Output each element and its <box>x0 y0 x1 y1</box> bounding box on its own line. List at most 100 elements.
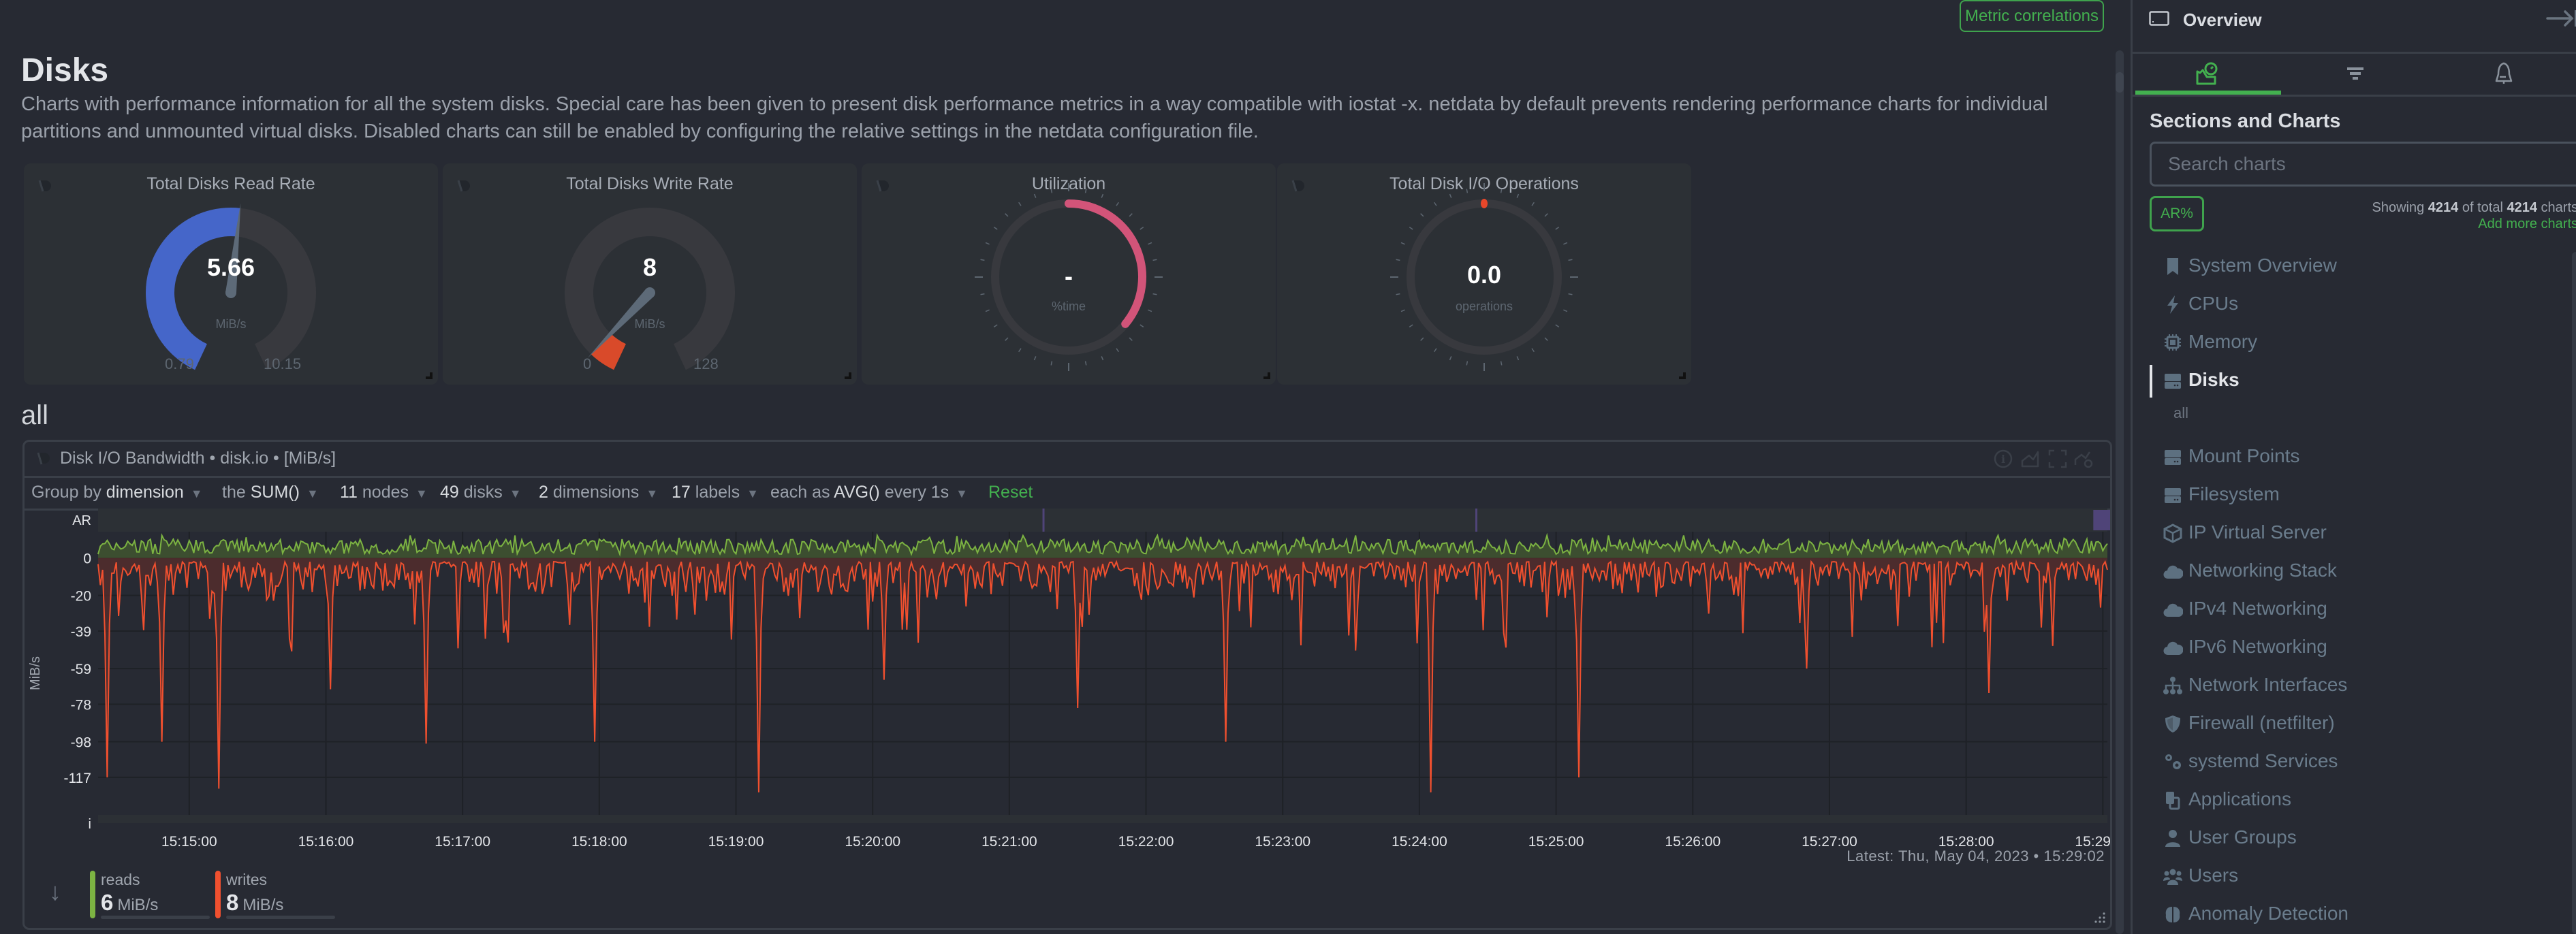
gauge-value: 0.0 <box>1466 261 1502 289</box>
sidebar-item-label: System Overview <box>2188 255 2337 276</box>
metric-correlations-button[interactable]: Metric correlations <box>1960 0 2104 32</box>
x-tick-label: 15:24:00 <box>1392 834 1447 849</box>
info-icon[interactable]: i <box>1993 449 2013 469</box>
gauge-tick <box>1140 227 1144 230</box>
chevron-down-icon: ▼ <box>747 487 759 500</box>
disk-icon <box>2165 450 2181 465</box>
gauge-tick <box>1005 337 1009 341</box>
gauge-value: 5.66 <box>206 253 255 281</box>
x-tick-label: 15:20:00 <box>845 834 900 849</box>
page-description: Charts with performance information for … <box>21 93 2048 142</box>
gauge-tick <box>1516 356 1520 361</box>
arrow-down-icon[interactable]: ↓ <box>49 877 61 906</box>
gauge-value: - <box>1065 262 1073 290</box>
legend-value: 8 MiB/s <box>226 890 284 915</box>
gears-icon <box>2165 754 2181 769</box>
chip-icon <box>2165 334 2181 351</box>
anomaly-rate-button[interactable]: AR% <box>2150 196 2204 231</box>
gauge-max: 128 <box>693 355 719 372</box>
chart-card-disk-io: Disk I/O Bandwidth • disk.io • [MiB/s] i… <box>22 440 2112 930</box>
disk-icon <box>2165 374 2181 389</box>
disk-io-chart[interactable]: AR 0 -20 -39 -59 -78 -98 -117 15:15:00 15:16:00 15… <box>25 509 2110 849</box>
chart-drag-icon[interactable] <box>37 451 50 466</box>
x-tick-label: 15:16:00 <box>298 834 354 849</box>
gauge-tick <box>1400 242 1405 245</box>
gauge-tick <box>1531 202 1535 206</box>
y-axis-label: MiB/s <box>28 656 43 690</box>
sidebar-item-label: User Groups <box>2188 826 2297 848</box>
resize-handle[interactable] <box>426 372 433 379</box>
gauge-tick <box>1544 337 1548 341</box>
y-tick-label: -117 <box>64 771 91 786</box>
fullscreen-icon[interactable] <box>2047 449 2068 469</box>
gauge-tick <box>1148 242 1152 245</box>
x-tick-label: 15:18:00 <box>571 834 627 849</box>
gauge-tick <box>1050 189 1053 193</box>
chevron-down-icon: ▼ <box>190 487 203 500</box>
annotation-label: AR <box>72 513 91 528</box>
collapse-panel-icon[interactable] <box>2545 8 2576 29</box>
gauge-unit: %time <box>1051 300 1086 313</box>
gauge-tick <box>1449 356 1452 361</box>
gauge-min: 0 <box>583 355 592 372</box>
gauge-fill <box>591 333 627 370</box>
section-heading: all <box>21 400 49 430</box>
gauge-tick <box>1420 337 1424 341</box>
sidebar-subitem-all[interactable]: all <box>2173 404 2188 422</box>
x-tick-label: 15:15:00 <box>161 834 217 849</box>
cloud-icon <box>2163 565 2183 579</box>
sidebar-item-label: Mount Points <box>2188 445 2300 466</box>
aggregation-dropdown[interactable]: the SUM() ▼ <box>222 483 319 502</box>
legend-name: writes <box>226 871 268 888</box>
search-charts-input[interactable] <box>2150 142 2576 187</box>
add-more-charts-link[interactable]: Add more charts <box>2478 216 2576 232</box>
gauge-tick <box>1420 213 1424 217</box>
gauge-tick <box>980 293 985 295</box>
gauge-card-read-rate[interactable]: Total Disks Read Rate 5.66 MiB/s 0.79 10… <box>24 163 438 385</box>
main-scrollbar-thumb[interactable] <box>2116 72 2124 93</box>
gauge-tick <box>1050 361 1053 366</box>
nodes-dropdown[interactable]: 11 nodes ▼ <box>340 483 428 502</box>
chart-type-icon[interactable] <box>2020 449 2041 469</box>
dimensions-dropdown[interactable]: 2 dimensions ▼ <box>539 483 658 502</box>
gauge-fill <box>1481 199 1488 208</box>
x-tick-label: 15:25:00 <box>1528 834 1584 849</box>
gauge-card-write-rate[interactable]: Total Disks Write Rate 8 MiB/s 0 128 <box>443 163 857 385</box>
chevron-down-icon: ▼ <box>415 487 428 500</box>
network-icon <box>2163 677 2182 694</box>
sidebar-item-label: IP Virtual Server <box>2188 521 2327 543</box>
x-tick-label: 15:19:00 <box>708 834 764 849</box>
applications-icon <box>2166 792 2180 810</box>
filter-icon <box>2347 67 2363 80</box>
x-tick-label: 15:22:00 <box>1118 834 1174 849</box>
disks-dropdown[interactable]: 49 disks ▼ <box>440 483 522 502</box>
tab-filters[interactable] <box>2281 54 2430 95</box>
gauge-tick <box>1563 242 1568 245</box>
tab-alerts[interactable] <box>2430 54 2576 95</box>
y-tick-label: -78 <box>71 697 91 713</box>
gauge-card-io-operations[interactable]: Total Disk I/O Operations 0.0 operations <box>1277 163 1691 385</box>
time-aggregation-dropdown[interactable]: each as AVG() every 1s ▼ <box>770 483 968 502</box>
group-by-dropdown[interactable]: Group by dimension ▼ <box>31 483 203 502</box>
chart-filter-bar: Group by dimension ▼ the SUM() ▼ 11 nodes ▼… <box>25 476 2110 511</box>
sidebar-item-label: IPv6 Networking <box>2188 636 2327 657</box>
main-scrollbar[interactable] <box>2116 50 2124 934</box>
gauge-tick <box>1409 324 1413 327</box>
tab-charts[interactable] <box>2133 54 2281 95</box>
resize-handle[interactable] <box>845 372 851 379</box>
x-tick-label: 15:29:00 <box>2075 834 2110 849</box>
gauge-tick <box>1568 293 1573 295</box>
resize-handle[interactable] <box>1263 372 1270 379</box>
reset-button[interactable]: Reset <box>988 483 1033 502</box>
panel-scrollbar[interactable] <box>2572 252 2576 934</box>
gauge-card-utilization[interactable]: Utilization - %time <box>862 163 1276 385</box>
legend-value: 6 MiB/s <box>101 890 159 915</box>
add-to-dashboard-icon[interactable] <box>2073 449 2094 469</box>
labels-dropdown[interactable]: 17 labels ▼ <box>672 483 759 502</box>
resize-handle[interactable] <box>1679 372 1686 379</box>
sidebar-item-label: Anomaly Detection <box>2188 903 2349 924</box>
sidebar-item-label: Users <box>2188 865 2239 886</box>
charts-count: Showing 4214 of total 4214 charts <box>2372 200 2576 215</box>
resize-handle-icon[interactable] <box>2094 912 2106 924</box>
gauge-tick <box>1152 259 1157 261</box>
